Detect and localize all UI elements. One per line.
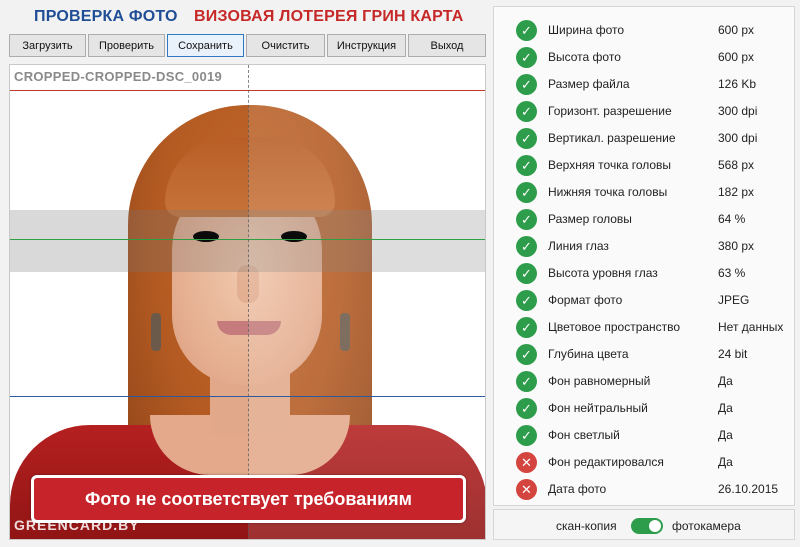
check-value: 26.10.2015: [718, 482, 779, 496]
check-ok-icon: ✓: [516, 155, 537, 176]
instruction-button[interactable]: Инструкция: [327, 34, 406, 57]
check-value: Нет данных: [718, 320, 784, 334]
check-row: ✓ Высота фото 600 px: [494, 44, 796, 71]
check-ok-icon: ✓: [516, 74, 537, 95]
load-button[interactable]: Загрузить: [9, 34, 86, 57]
check-label: Высота уровня глаз: [548, 266, 658, 280]
photo-filename: CROPPED-CROPPED-DSC_0019: [14, 69, 223, 84]
check-row: ✓ Размер головы 64 %: [494, 206, 796, 233]
check-value: 63 %: [718, 266, 746, 280]
photo-preview: CROPPED-CROPPED-DSC_0019 Фото не соответ…: [9, 64, 486, 540]
scan-copy-label: скан-копия: [556, 519, 617, 533]
check-label: Цветовое пространство: [548, 320, 681, 334]
check-ok-icon: ✓: [516, 182, 537, 203]
check-value: 600 px: [718, 23, 755, 37]
half-tint-overlay: [248, 65, 485, 539]
toolbar: Загрузить Проверить Сохранить Очистить И…: [9, 34, 486, 57]
check-row: ✓ Горизонт. разрешение 300 dpi: [494, 98, 796, 125]
check-value: 300 dpi: [718, 131, 758, 145]
title-photo-check: ПРОВЕРКА ФОТО: [34, 8, 178, 25]
check-row: ✓ Линия глаз 380 px: [494, 233, 796, 260]
check-ok-icon: ✓: [516, 317, 537, 338]
check-ok-icon: ✓: [516, 101, 537, 122]
check-row: ✕ Фон редактировался Да: [494, 449, 796, 476]
check-value: 380 px: [718, 239, 755, 253]
check-label: Верхняя точка головы: [548, 158, 672, 172]
check-value: Да: [718, 401, 733, 415]
check-label: Формат фото: [548, 293, 623, 307]
check-ok-icon: ✓: [516, 371, 537, 392]
check-value: Да: [718, 455, 733, 469]
check-label: Глубина цвета: [548, 347, 629, 361]
camera-label: фотокамера: [672, 519, 741, 533]
check-row: ✓ Фон нейтральный Да: [494, 395, 796, 422]
check-fail-icon: ✕: [516, 479, 537, 500]
source-mode-toggle[interactable]: [631, 518, 663, 534]
check-fail-icon: ✕: [516, 452, 537, 473]
check-label: Ширина фото: [548, 23, 625, 37]
check-label: Высота фото: [548, 50, 621, 64]
center-guide-line: [248, 65, 249, 539]
toggle-knob: [649, 520, 661, 532]
check-label: Фон нейтральный: [548, 401, 648, 415]
check-label: Размер головы: [548, 212, 632, 226]
check-ok-icon: ✓: [516, 236, 537, 257]
check-ok-icon: ✓: [516, 209, 537, 230]
clear-button[interactable]: Очистить: [246, 34, 325, 57]
check-row: ✓ Верхняя точка головы 568 px: [494, 152, 796, 179]
check-value: JPEG: [718, 293, 750, 307]
check-row: ✕ Дата фото 26.10.2015: [494, 476, 796, 503]
check-ok-icon: ✓: [516, 20, 537, 41]
check-row: ✓ Фон равномерный Да: [494, 368, 796, 395]
check-value: 600 px: [718, 50, 755, 64]
check-label: Линия глаз: [548, 239, 609, 253]
check-row: ✓ Формат фото JPEG: [494, 287, 796, 314]
check-ok-icon: ✓: [516, 47, 537, 68]
check-value: 182 px: [718, 185, 755, 199]
check-label: Вертикал. разрешение: [548, 131, 676, 145]
check-row: ✓ Ширина фото 600 px: [494, 17, 796, 44]
check-ok-icon: ✓: [516, 344, 537, 365]
check-ok-icon: ✓: [516, 290, 537, 311]
check-row: ✓ Нижняя точка головы 182 px: [494, 179, 796, 206]
check-row: ✓ Высота уровня глаз 63 %: [494, 260, 796, 287]
portrait-earring-left: [151, 313, 161, 351]
check-row: ✓ Фон светлый Да: [494, 422, 796, 449]
check-value: Да: [718, 374, 733, 388]
check-value: Да: [718, 428, 733, 442]
check-button[interactable]: Проверить: [88, 34, 165, 57]
check-row: ✓ Размер файла 126 Kb: [494, 71, 796, 98]
redacted-eye-right: [281, 231, 307, 242]
check-label: Горизонт. разрешение: [548, 104, 672, 118]
checks-panel: ✓ Ширина фото 600 px ✓ Высота фото 600 p…: [493, 6, 795, 506]
check-label: Фон равномерный: [548, 374, 651, 388]
check-value: 568 px: [718, 158, 755, 172]
exit-button[interactable]: Выход: [408, 34, 486, 57]
check-label: Фон редактировался: [548, 455, 664, 469]
title-green-card-lottery: ВИЗОВАЯ ЛОТЕРЕЯ ГРИН КАРТА: [194, 8, 464, 25]
source-mode-bar: скан-копия фотокамера: [493, 509, 795, 540]
check-ok-icon: ✓: [516, 398, 537, 419]
check-label: Дата фото: [548, 482, 607, 496]
check-value: 64 %: [718, 212, 746, 226]
watermark-logo: GREENCARD.BY: [14, 517, 140, 533]
check-label: Фон светлый: [548, 428, 620, 442]
check-value: 300 dpi: [718, 104, 758, 118]
check-label: Размер файла: [548, 77, 630, 91]
check-row: ✓ Глубина цвета 24 bit: [494, 341, 796, 368]
verdict-banner: Фото не соответствует требованиям: [31, 475, 466, 523]
check-ok-icon: ✓: [516, 128, 537, 149]
save-button[interactable]: Сохранить: [167, 34, 244, 57]
redacted-eye-left: [193, 231, 219, 242]
check-value: 24 bit: [718, 347, 748, 361]
check-ok-icon: ✓: [516, 425, 537, 446]
check-row: ✓ Цветовое пространство Нет данных: [494, 314, 796, 341]
app-header: ПРОВЕРКА ФОТО ВИЗОВАЯ ЛОТЕРЕЯ ГРИН КАРТА: [0, 0, 492, 34]
check-row: ✓ Вертикал. разрешение 300 dpi: [494, 125, 796, 152]
check-ok-icon: ✓: [516, 263, 537, 284]
check-value: 126 Kb: [718, 77, 757, 91]
check-label: Нижняя точка головы: [548, 185, 668, 199]
